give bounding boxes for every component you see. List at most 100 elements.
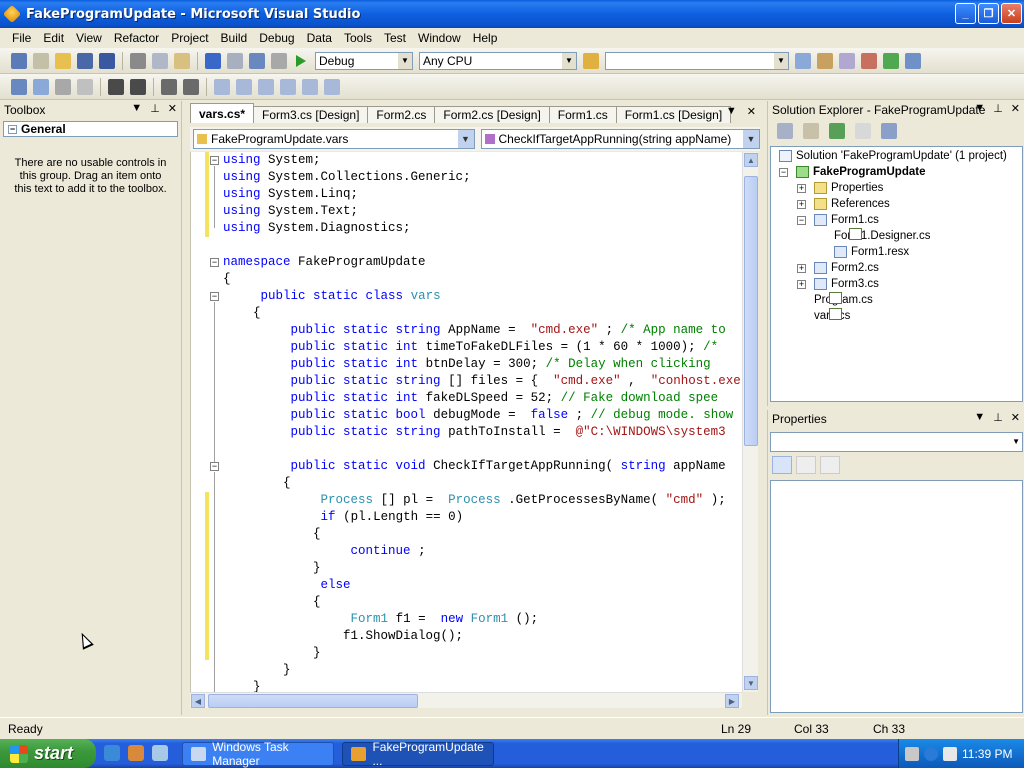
scroll-down-icon[interactable]: ▼: [744, 676, 758, 690]
active-files-icon[interactable]: ▼: [726, 105, 737, 118]
navigate-forward-icon[interactable]: [271, 52, 287, 69]
tray-expand-icon[interactable]: [924, 746, 938, 761]
code-line[interactable]: public static class vars: [223, 288, 742, 305]
property-pages-icon[interactable]: [820, 456, 840, 474]
taskbar-item-visual-studio[interactable]: FakeProgramUpdate ...: [342, 740, 494, 768]
tab-3[interactable]: Form2.cs [Design]: [434, 106, 550, 123]
code-line[interactable]: continue ;: [223, 543, 742, 560]
menu-data[interactable]: Data: [301, 31, 338, 45]
maximize-button[interactable]: ❐: [978, 3, 999, 24]
object-selector[interactable]: ▼: [770, 432, 1023, 452]
undo-icon[interactable]: [205, 52, 221, 69]
window-position-icon[interactable]: ▼: [974, 102, 985, 115]
scroll-thumb[interactable]: [208, 694, 418, 708]
expand-icon[interactable]: +: [797, 183, 806, 193]
menu-project[interactable]: Project: [165, 31, 214, 45]
toolbox-empty-message[interactable]: There are no usable controls in this gro…: [0, 139, 181, 214]
code-line[interactable]: public static bool debugMode = false ; /…: [223, 407, 742, 424]
tab-2[interactable]: Form2.cs: [367, 106, 436, 123]
menu-build[interactable]: Build: [215, 31, 254, 45]
code-line[interactable]: public static void CheckIfTargetAppRunni…: [223, 458, 742, 475]
cut-icon[interactable]: [130, 52, 146, 69]
tree-item[interactable]: − FakeProgramUpdate: [779, 164, 925, 180]
code-line[interactable]: using System.Linq;: [223, 186, 742, 203]
properties-window-icon[interactable]: [839, 52, 855, 69]
save-icon[interactable]: [77, 52, 93, 69]
solution-explorer-icon[interactable]: [817, 52, 833, 69]
menu-window[interactable]: Window: [412, 31, 467, 45]
close-button[interactable]: ✕: [1001, 3, 1022, 24]
solution-configuration-select[interactable]: Debug ▼: [315, 51, 413, 70]
toolbox-icon[interactable]: [861, 52, 877, 69]
next-bookmark-icon[interactable]: [258, 78, 274, 95]
code-text[interactable]: using System; using System.Collections.Ge…: [223, 152, 742, 692]
start-page-icon[interactable]: [883, 52, 899, 69]
code-line[interactable]: public static int fakeDLSpeed = 52; // F…: [223, 390, 742, 407]
find-in-files-icon[interactable]: [583, 52, 599, 69]
scroll-right-icon[interactable]: ▶: [725, 694, 739, 708]
solution-platform-select[interactable]: Any CPU ▼: [419, 51, 577, 70]
tree-item[interactable]: + Form3.cs: [797, 276, 879, 292]
code-line[interactable]: {: [223, 475, 742, 492]
tab-1[interactable]: Form3.cs [Design]: [253, 106, 369, 123]
taskbar-item-task-manager[interactable]: Windows Task Manager: [182, 740, 334, 768]
code-line[interactable]: using System.Collections.Generic;: [223, 169, 742, 186]
code-line[interactable]: public static string AppName = "cmd.exe"…: [223, 322, 742, 339]
code-line[interactable]: using System.Diagnostics;: [223, 220, 742, 237]
members-dropdown[interactable]: CheckIfTargetAppRunning(string appName) …: [480, 129, 760, 149]
menu-debug[interactable]: Debug: [253, 31, 300, 45]
navigate-backward-icon[interactable]: [249, 52, 265, 69]
collapse-icon[interactable]: −: [797, 215, 806, 225]
auto-hide-pin-icon[interactable]: ⊥: [150, 102, 160, 115]
toggle-bookmark-icon[interactable]: [214, 78, 230, 95]
window-position-icon[interactable]: ▼: [131, 102, 142, 115]
collapse-icon[interactable]: −: [779, 167, 788, 177]
code-editor[interactable]: − − − − using System; using System.Collec…: [190, 152, 742, 692]
code-line[interactable]: }: [223, 560, 742, 577]
scroll-left-icon[interactable]: ◀: [191, 694, 205, 708]
code-line[interactable]: else: [223, 577, 742, 594]
decrease-indent-icon[interactable]: [108, 78, 124, 95]
view-code-icon[interactable]: [855, 123, 871, 139]
tree-item[interactable]: Program.cs: [797, 292, 873, 308]
toolbox-group-general[interactable]: − General: [3, 121, 178, 137]
volume-icon[interactable]: [943, 746, 957, 761]
code-line[interactable]: }: [223, 645, 742, 662]
minimize-button[interactable]: _: [955, 3, 976, 24]
scroll-up-icon[interactable]: ▲: [744, 153, 758, 167]
code-line[interactable]: Form1 f1 = new Form1 ();: [223, 611, 742, 628]
title-bar[interactable]: FakeProgramUpdate - Microsoft Visual Stu…: [0, 0, 1024, 28]
start-button[interactable]: start: [0, 739, 96, 768]
code-line[interactable]: public static string pathToInstall = @"C…: [223, 424, 742, 441]
command-window-icon[interactable]: [905, 52, 921, 69]
object-members-icon[interactable]: [11, 78, 27, 95]
show-desktop-icon[interactable]: [152, 745, 168, 761]
outline-collapse-icon[interactable]: −: [210, 258, 219, 267]
tree-item[interactable]: + References: [797, 196, 890, 212]
clear-bookmarks-icon[interactable]: [324, 78, 340, 95]
comment-lines-icon[interactable]: [161, 78, 177, 95]
menu-help[interactable]: Help: [467, 31, 504, 45]
editor-horizontal-scrollbar[interactable]: ◀ ▶: [190, 692, 742, 708]
code-line[interactable]: }: [223, 679, 742, 692]
parameter-info-icon[interactable]: [33, 78, 49, 95]
tab-0[interactable]: vars.cs*: [190, 103, 255, 123]
code-line[interactable]: {: [223, 594, 742, 611]
code-line[interactable]: using System.Text;: [223, 203, 742, 220]
add-item-icon[interactable]: [33, 52, 49, 69]
property-grid[interactable]: [770, 480, 1023, 713]
copy-icon[interactable]: [152, 52, 168, 69]
paste-icon[interactable]: [174, 52, 190, 69]
code-line[interactable]: public static int timeToFakeDLFiles = (1…: [223, 339, 742, 356]
internet-explorer-icon[interactable]: [104, 745, 120, 761]
code-line[interactable]: Process [] pl = Process .GetProcessesByN…: [223, 492, 742, 509]
tree-item[interactable]: + Form2.cs: [797, 260, 879, 276]
previous-bookmark-icon[interactable]: [236, 78, 252, 95]
tree-item[interactable]: Form1.resx: [817, 244, 909, 260]
quick-launch-app-icon[interactable]: [128, 745, 144, 761]
open-file-icon[interactable]: [55, 52, 71, 69]
show-all-files-icon[interactable]: [803, 123, 819, 139]
bookmark-folder-icon[interactable]: [280, 78, 296, 95]
start-debugging-icon[interactable]: [296, 54, 306, 67]
code-line[interactable]: {: [223, 305, 742, 322]
